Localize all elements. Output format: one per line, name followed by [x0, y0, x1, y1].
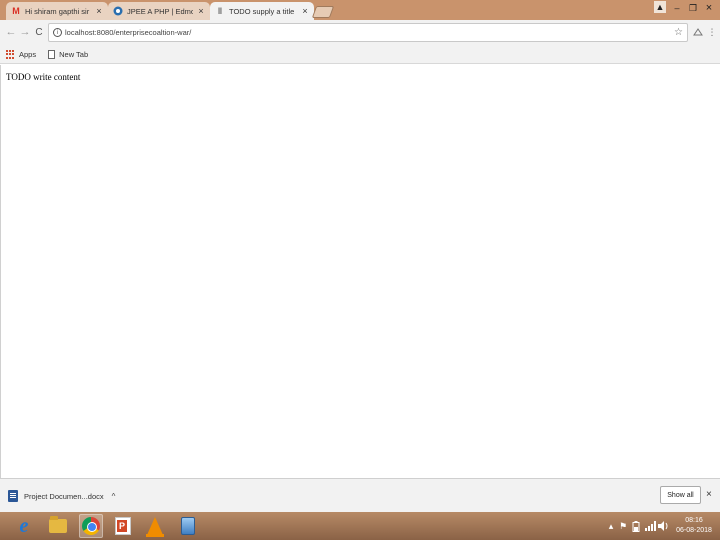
virtualbox-icon[interactable] [176, 514, 200, 538]
profile-icon[interactable]: ▲ [654, 1, 666, 13]
clock-date: 06-08-2018 [676, 527, 712, 534]
bookmark-label: Apps [19, 50, 37, 59]
close-icon[interactable]: × [706, 489, 712, 500]
bookmarks-bar: Apps New Tab [0, 46, 720, 64]
volume-icon[interactable] [657, 518, 669, 534]
maximize-button[interactable]: ❐ [686, 0, 700, 16]
bookmark-star-icon[interactable]: ☆ [674, 27, 683, 38]
minimize-button[interactable]: – [670, 0, 684, 16]
download-file-name[interactable]: Project Documen...docx [24, 492, 104, 501]
powerpoint-icon[interactable] [111, 514, 135, 538]
vlc-icon[interactable] [143, 514, 167, 538]
page-content: TODO write content [0, 65, 720, 478]
word-document-icon [8, 490, 18, 502]
browser-toolbar: ← → C i localhost:8080/enterprisecoaltio… [0, 20, 720, 46]
edmodo-icon [113, 6, 123, 16]
bookmark-apps[interactable]: Apps [6, 50, 36, 59]
tab-title: TODO supply a title [229, 6, 295, 16]
tab-strip: M Hi shiram gapthi sir - I × JPEE A PHP … [0, 0, 720, 20]
bookmark-new-tab[interactable]: New Tab [48, 50, 88, 59]
page-icon: ‖ [217, 6, 223, 16]
close-window-button[interactable]: × [702, 0, 716, 16]
chevron-up-icon[interactable]: ^ [112, 492, 116, 501]
battery-icon[interactable] [630, 518, 642, 534]
info-icon[interactable]: i [53, 28, 62, 37]
tab-title: Hi shiram gapthi sir - I [25, 6, 91, 16]
bookmark-label: New Tab [59, 50, 89, 59]
document-icon [48, 50, 56, 59]
tray-caret-icon[interactable]: ▴ [606, 518, 616, 534]
forward-arrow-icon[interactable]: → [18, 25, 32, 39]
network-icon[interactable] [644, 518, 656, 534]
new-tab-button[interactable] [311, 6, 335, 18]
address-bar[interactable]: i localhost:8080/enterprisecoaltion-war/… [48, 23, 688, 42]
chrome-icon[interactable] [79, 514, 103, 538]
clock-time: 08:16 [685, 517, 703, 524]
download-shelf: Project Documen...docx ^ Show all × [0, 478, 720, 512]
flag-icon[interactable]: ⚑ [618, 518, 628, 534]
url-text[interactable]: localhost:8080/enterprisecoaltion-war/ [65, 28, 674, 37]
show-all-button[interactable]: Show all [660, 486, 701, 504]
download-item[interactable]: Project Documen...docx ^ [8, 488, 115, 504]
back-arrow-icon[interactable]: ← [4, 25, 18, 39]
tab-close-icon[interactable]: × [301, 6, 309, 16]
extension-icon[interactable] [692, 26, 704, 38]
tab-close-icon[interactable]: × [95, 6, 103, 16]
windows-taskbar: e ▴ ⚑ 08:16 06-08-2018 [0, 512, 720, 540]
tab-title: JPEE A PHP | Edmodo [127, 6, 193, 16]
apps-grid-icon [6, 50, 15, 59]
system-clock[interactable]: 08:16 06-08-2018 [674, 516, 714, 536]
tab-edmodo[interactable]: JPEE A PHP | Edmodo × [108, 2, 210, 20]
gmail-icon: M [12, 6, 20, 16]
tab-close-icon[interactable]: × [197, 6, 205, 16]
tab-todo[interactable]: ‖ TODO supply a title × [210, 2, 314, 20]
reload-icon[interactable]: C [32, 25, 46, 39]
file-explorer-icon[interactable] [46, 514, 70, 538]
tab-gmail[interactable]: M Hi shiram gapthi sir - I × [6, 2, 108, 20]
menu-icon[interactable]: ⋮ [706, 26, 718, 38]
content-text: TODO write content [6, 72, 81, 82]
internet-explorer-icon[interactable]: e [12, 514, 36, 538]
